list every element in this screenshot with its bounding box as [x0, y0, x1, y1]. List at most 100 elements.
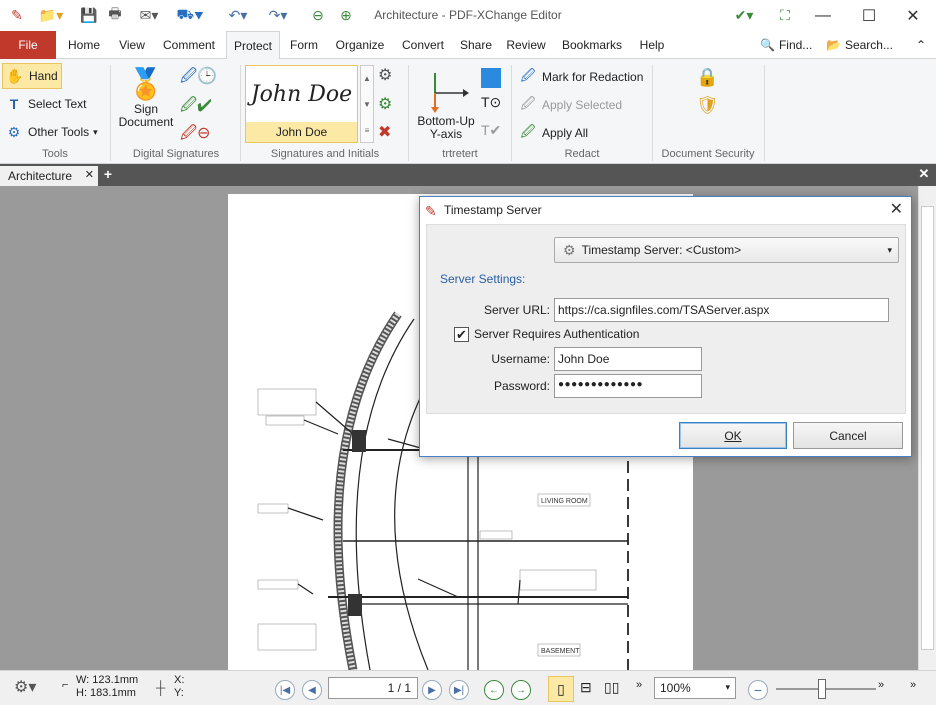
single-page-view-icon[interactable]: ▯ — [548, 676, 574, 702]
hand-icon: ✋ — [6, 67, 24, 84]
server-url-input[interactable]: https://ca.signfiles.com/TSAServer.aspx — [554, 298, 889, 322]
axis-arrow-icon — [431, 73, 469, 113]
settings-gear-icon[interactable]: ⚙▾ — [14, 677, 36, 697]
signature-fields-icon[interactable]: 🖉🕒 — [180, 65, 217, 92]
zoom-slider-track[interactable] — [776, 688, 876, 690]
search-folder-icon: 📂 — [826, 38, 841, 52]
title-bar: ✎ 📁▾ 💾 🖶 ✉▾ ⛟▾ ↶▾ ↷▾ ⊖ ⊕ Architecture - … — [0, 0, 936, 31]
tab-file[interactable]: File — [0, 31, 56, 59]
cursor-coordinates: X: Y: — [174, 674, 185, 699]
dialog-close-button[interactable]: ✕ — [890, 199, 903, 219]
next-view-icon[interactable]: → — [511, 680, 531, 700]
gallery-scroll[interactable]: ▲ ▼ ≡ — [360, 65, 374, 143]
find-button[interactable]: 🔍 Find... — [760, 31, 824, 59]
tab-view[interactable]: View — [112, 31, 152, 59]
zoom-out-icon[interactable]: − — [748, 680, 768, 700]
gear-icon: ⚙ — [7, 123, 21, 140]
add-signature-icon[interactable]: ⚙ — [378, 65, 392, 85]
tab-help[interactable]: Help — [634, 31, 670, 59]
certificate-icon: 🏅 — [127, 68, 165, 101]
find-icon: 🔍 — [760, 38, 775, 52]
tab-organize[interactable]: Organize — [330, 31, 390, 59]
select-text-icon: T — [9, 96, 19, 112]
signature-gallery-item[interactable]: John Doe John Doe — [245, 65, 358, 143]
tab-form[interactable]: Form — [284, 31, 324, 59]
clear-signatures-icon[interactable]: 🖉⊖ — [180, 122, 210, 149]
tab-convert[interactable]: Convert — [396, 31, 450, 59]
text-format-icon[interactable]: T⊙ — [481, 94, 501, 111]
minimize-button[interactable]: — — [800, 0, 846, 31]
ribbon-separator — [652, 65, 653, 161]
security-settings-icon[interactable]: 🛡 — [696, 95, 719, 116]
zoom-slider-handle[interactable] — [818, 679, 826, 699]
close-button[interactable]: ✕ — [890, 0, 936, 31]
tab-review[interactable]: Review — [502, 31, 550, 59]
fullscreen-icon[interactable]: ⛶ — [774, 5, 796, 25]
select-text-button[interactable]: T Select Text — [4, 94, 87, 114]
new-tab-icon[interactable]: + — [100, 166, 116, 184]
apply-all-icon: 🖉 — [520, 123, 536, 139]
validate-signatures-icon[interactable]: 🖉✔ — [180, 94, 212, 121]
blue-square-icon[interactable] — [481, 68, 501, 88]
living-room-label: LIVING ROOM — [541, 498, 588, 505]
previous-page-icon[interactable]: ◀ — [302, 680, 322, 700]
tab-bookmarks[interactable]: Bookmarks — [558, 31, 626, 59]
expand-status-icon[interactable]: » — [910, 679, 916, 691]
maximize-button[interactable]: ☐ — [846, 0, 892, 31]
gear-icon: ⚙ — [563, 241, 576, 258]
zoom-select[interactable]: 100% ▾ — [654, 677, 736, 699]
two-page-view-icon[interactable]: ▯▯ — [604, 679, 619, 696]
ribbon-separator — [110, 65, 111, 161]
next-page-icon[interactable]: ▶ — [422, 680, 442, 700]
server-settings-heading: Server Settings: — [440, 272, 526, 286]
app-logo-icon: ✎ — [425, 203, 437, 219]
close-tab-icon[interactable]: ✕ — [85, 168, 94, 181]
apply-selected-button[interactable]: 🖉 Apply Selected — [518, 95, 623, 115]
document-tab[interactable]: Architecture ✕ — [0, 166, 98, 186]
timestamp-server-dialog: ✎ Timestamp Server ✕ ⚙ Timestamp Server:… — [419, 196, 912, 457]
ui-options-icon[interactable]: ✔▾ — [726, 5, 762, 25]
tab-home[interactable]: Home — [62, 31, 106, 59]
first-page-icon[interactable]: |◀ — [275, 680, 295, 700]
apply-selected-icon: 🖉 — [520, 95, 536, 111]
scrollbar-thumb[interactable] — [921, 206, 934, 650]
hand-tool-button[interactable]: ✋ Hand — [2, 63, 62, 89]
manage-signatures-icon[interactable]: ⚙ — [378, 94, 392, 114]
menu-bar: File Home View Comment Protect Form Orga… — [0, 31, 936, 60]
redact-group-label: Redact — [564, 148, 600, 160]
tab-comment[interactable]: Comment — [158, 31, 220, 59]
cancel-button[interactable]: Cancel — [793, 422, 903, 449]
timestamp-server-select[interactable]: ⚙ Timestamp Server: <Custom> ▾ — [554, 237, 899, 263]
close-all-icon[interactable]: ✕ — [916, 166, 932, 184]
continuous-view-icon[interactable]: ⊟ — [580, 679, 592, 696]
tools-group-label: Tools — [42, 148, 68, 160]
mark-for-redaction-button[interactable]: 🖉 Mark for Redaction — [518, 67, 644, 87]
signatures-group-label: Signatures and Initials — [270, 148, 380, 160]
password-input[interactable]: ●●●●●●●●●●●●● — [554, 374, 702, 398]
digital-signatures-group-label: Digital Signatures — [132, 148, 220, 160]
tab-share[interactable]: Share — [456, 31, 496, 59]
document-lock-icon[interactable]: 🔒 — [696, 67, 718, 88]
document-tab-bar: Architecture ✕ + ✕ — [0, 164, 936, 186]
page-number-input[interactable]: 1 / 1 — [328, 677, 418, 699]
server-url-label: Server URL: — [483, 303, 550, 317]
auth-checkbox[interactable]: ✔ — [454, 327, 469, 342]
vertical-scrollbar[interactable] — [918, 186, 936, 670]
apply-all-button[interactable]: 🖉 Apply All — [518, 123, 589, 143]
text-check-icon[interactable]: T✔ — [481, 122, 501, 139]
other-tools-button[interactable]: ⚙ Other Tools ▾ — [4, 122, 98, 142]
delete-signature-icon[interactable]: ✖ — [378, 122, 391, 142]
more-views-icon[interactable]: » — [636, 679, 642, 691]
status-bar: ⚙▾ ⌐ W: 123.1mm H: 183.1mm ┼ X: Y: |◀ ◀ … — [0, 670, 936, 705]
tab-protect[interactable]: Protect — [226, 31, 280, 60]
collapse-ribbon-icon[interactable]: ⌃ — [910, 31, 932, 59]
search-button[interactable]: 📂 Search... — [826, 31, 902, 59]
sign-document-button[interactable]: 🏅 Sign Document — [118, 67, 174, 129]
username-input[interactable]: John Doe — [554, 347, 702, 371]
username-label: Username: — [491, 352, 550, 366]
previous-view-icon[interactable]: ← — [484, 680, 504, 700]
ok-button[interactable]: OK — [679, 422, 787, 449]
last-page-icon[interactable]: ▶| — [449, 680, 469, 700]
more-zoom-icon[interactable]: » — [878, 679, 884, 691]
bottom-up-y-axis-button[interactable]: Bottom-Up Y-axis — [414, 67, 478, 141]
